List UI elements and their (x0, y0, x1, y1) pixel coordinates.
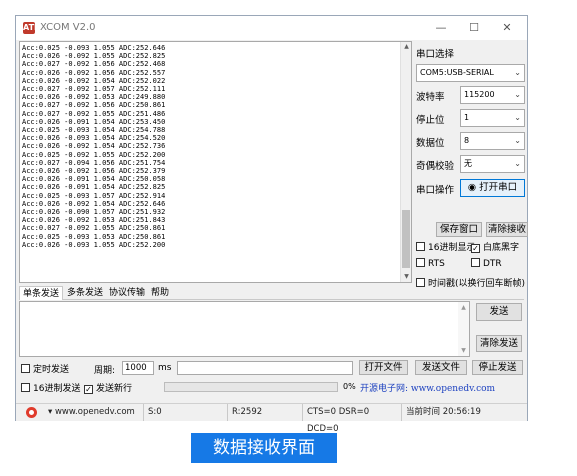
dtr-checkbox[interactable]: DTR (471, 258, 502, 269)
chevron-down-icon: ⌄ (514, 136, 521, 145)
send-options-row-2: 16进制发送 ✓ 发送新行 0% 开源电子网: www.openedv.com (19, 379, 524, 395)
chevron-down-icon: ⌄ (514, 159, 521, 168)
receive-line: Acc:0.027 -0.092 1.056 ADC:250.861 (22, 101, 166, 110)
clear-send-button[interactable]: 清除发送 (476, 335, 522, 352)
timed-send-checkbox[interactable]: 定时发送 (21, 362, 69, 375)
hex-send-checkbox[interactable]: 16进制发送 (21, 381, 80, 394)
receive-line: Acc:0.026 -0.092 1.056 ADC:252.557 (22, 68, 166, 77)
status-time: 当前时间 20:56:19 (406, 407, 481, 417)
rts-checkbox[interactable]: RTS (416, 258, 445, 269)
window-title: XCOM V2.0 (40, 22, 96, 33)
scroll-thumb[interactable] (402, 210, 410, 268)
maximize-button[interactable]: ☐ (462, 19, 486, 37)
hex-display-checkbox[interactable]: 16进制显示 (416, 240, 475, 253)
status-bar: ▾ www.openedv.com S:0 R:2592 CTS=0 DSR=0… (16, 403, 527, 434)
receive-text: Acc:0.025 -0.093 1.055 ADC:252.646 Acc:0.… (22, 44, 165, 249)
chevron-down-icon: ⌄ (514, 90, 521, 99)
stop-bits-label: 停止位 (416, 115, 445, 126)
send-file-button[interactable]: 发送文件 (415, 360, 467, 375)
parity-select[interactable]: 无 ⌄ (460, 155, 525, 173)
receive-line: Acc:0.027 -0.092 1.057 ADC:252.111 (22, 85, 166, 94)
xcom-window: ATK XCOM V2.0 — ☐ ✕ Acc:0.025 -0.093 1.0… (15, 15, 528, 434)
parity-label: 奇偶校验 (416, 161, 455, 172)
tab-protocol[interactable]: 协议传输 (106, 286, 148, 300)
receive-line: Acc:0.027 -0.094 1.056 ADC:251.754 (22, 158, 166, 167)
tab-help[interactable]: 帮助 (148, 286, 172, 300)
scroll-down-icon[interactable]: ▼ (458, 347, 469, 354)
receive-line: Acc:0.026 -0.090 1.057 ADC:251.932 (22, 208, 166, 217)
receive-line: Acc:0.026 -0.092 1.054 ADC:252.736 (22, 142, 166, 151)
status-signals: CTS=0 DSR=0 DCD=0 (303, 404, 402, 434)
receive-line: Acc:0.027 -0.092 1.055 ADC:251.486 (22, 109, 166, 118)
send-tabs: 单条发送 多条发送 协议传输 帮助 (19, 286, 524, 300)
status-received-count: R:2592 (228, 404, 303, 421)
chevron-down-icon: ⌄ (514, 68, 521, 77)
radio-on-icon: ◉ (467, 182, 477, 193)
port-op-label: 串口操作 (416, 185, 455, 196)
port-label: 串口选择 (416, 49, 455, 60)
chevron-down-icon: ⌄ (514, 113, 521, 122)
receive-line: Acc:0.026 -0.092 1.053 ADC:251.843 (22, 216, 166, 225)
data-bits-select[interactable]: 8 ⌄ (460, 132, 525, 150)
send-newline-checkbox[interactable]: ✓ 发送新行 (84, 381, 132, 394)
close-button[interactable]: ✕ (495, 19, 519, 37)
period-input[interactable]: 1000 (122, 361, 154, 375)
send-options-row: 定时发送 周期: 1000 ms 打开文件 发送文件 停止发送 (19, 360, 524, 376)
receive-line: Acc:0.027 -0.092 1.056 ADC:252.468 (22, 60, 166, 69)
baud-label: 波特率 (416, 92, 445, 103)
file-path-input[interactable] (177, 361, 353, 375)
scroll-up-icon[interactable]: ▲ (401, 42, 411, 52)
open-port-button[interactable]: ◉ 打开串口 (460, 179, 525, 197)
caption-label: 数据接收界面 (191, 433, 337, 463)
send-progress-bar (164, 382, 338, 392)
receive-line: Acc:0.025 -0.093 1.054 ADC:254.788 (22, 126, 166, 135)
receive-line: Acc:0.026 -0.092 1.053 ADC:249.880 (22, 93, 166, 102)
title-bar: ATK XCOM V2.0 — ☐ ✕ (16, 16, 527, 40)
receive-line: Acc:0.025 -0.093 1.057 ADC:252.914 (22, 191, 166, 200)
receive-line: Acc:0.026 -0.091 1.054 ADC:250.058 (22, 175, 166, 184)
receive-line: Acc:0.026 -0.091 1.054 ADC:252.825 (22, 183, 166, 192)
receive-line: Acc:0.026 -0.091 1.054 ADC:253.450 (22, 117, 166, 126)
status-sent-count: S:0 (144, 404, 228, 421)
receive-line: Acc:0.026 -0.092 1.056 ADC:252.379 (22, 167, 166, 176)
port-select[interactable]: COM5:USB-SERIAL ⌄ (416, 64, 525, 82)
receive-line: Acc:0.025 -0.093 1.053 ADC:250.861 (22, 232, 166, 241)
receive-line: Acc:0.025 -0.092 1.055 ADC:252.200 (22, 150, 166, 159)
tab-multi-send[interactable]: 多条发送 (64, 286, 106, 300)
clear-receive-button[interactable]: 清除接收 (486, 222, 528, 237)
receive-line: Acc:0.025 -0.093 1.055 ADC:252.646 (22, 44, 166, 52)
send-input[interactable]: ▲ ▼ (19, 301, 470, 357)
baud-select[interactable]: 115200 ⌄ (460, 86, 525, 104)
receive-line: Acc:0.026 -0.093 1.054 ADC:254.520 (22, 134, 166, 143)
receive-line: Acc:0.026 -0.092 1.055 ADC:252.825 (22, 52, 166, 61)
receive-scrollbar[interactable]: ▲ ▼ (400, 42, 411, 282)
receive-line: Acc:0.026 -0.093 1.055 ADC:252.200 (22, 240, 166, 249)
progress-percent: 0% (343, 382, 356, 391)
settings-gear-icon[interactable] (26, 407, 37, 418)
status-url[interactable]: ▾ www.openedv.com (44, 404, 144, 421)
open-file-button[interactable]: 打开文件 (359, 360, 408, 375)
save-window-button[interactable]: 保存窗口 (436, 222, 482, 237)
stop-bits-select[interactable]: 1 ⌄ (460, 109, 525, 127)
app-icon: ATK (23, 22, 41, 34)
check-icon: ✓ (84, 385, 93, 394)
scroll-up-icon[interactable]: ▲ (458, 304, 469, 311)
receive-area[interactable]: Acc:0.025 -0.093 1.055 ADC:252.646 Acc:0.… (19, 41, 412, 283)
check-icon: ✓ (471, 244, 480, 253)
send-button[interactable]: 发送 (476, 303, 522, 321)
receive-line: Acc:0.027 -0.092 1.055 ADC:250.861 (22, 224, 166, 233)
minimize-button[interactable]: — (429, 19, 453, 37)
receive-line: Acc:0.026 -0.092 1.054 ADC:252.646 (22, 199, 166, 208)
receive-line: Acc:0.026 -0.092 1.054 ADC:252.022 (22, 76, 166, 85)
period-label: 周期: (94, 366, 116, 376)
white-bg-checkbox[interactable]: ✓ 白底黑字 (471, 240, 519, 253)
scroll-down-icon[interactable]: ▼ (401, 272, 411, 282)
stop-send-button[interactable]: 停止发送 (472, 360, 523, 375)
tab-single-send[interactable]: 单条发送 (19, 286, 64, 300)
chevron-down-icon: ▾ (48, 407, 53, 417)
data-bits-label: 数据位 (416, 138, 445, 149)
website-link[interactable]: 开源电子网: www.openedv.com (360, 381, 495, 394)
send-scrollbar[interactable]: ▲ ▼ (458, 302, 469, 356)
period-unit: ms (158, 363, 172, 373)
